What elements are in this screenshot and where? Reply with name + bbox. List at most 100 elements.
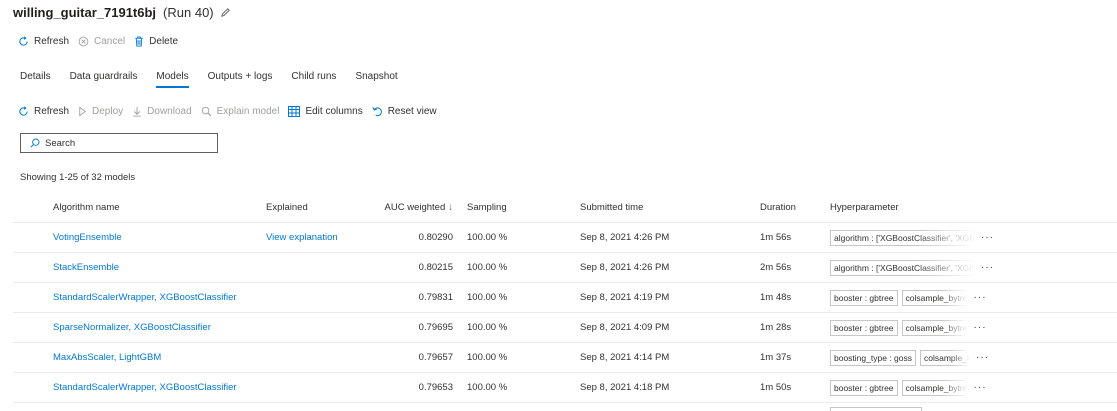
more-icon[interactable]: ···: [981, 253, 994, 282]
run-name: willing_guitar_7191t6bj: [13, 4, 157, 20]
auc-value: 0.79831: [418, 292, 453, 303]
run-title: willing_guitar_7191t6bj (Run 40): [13, 3, 231, 21]
hyperparameter-tag: booster : gbtree: [830, 289, 898, 306]
tab-snapshot[interactable]: Snapshot: [355, 68, 397, 88]
delete-label: Delete: [149, 36, 179, 47]
tab-outputs-logs[interactable]: Outputs + logs: [208, 68, 273, 88]
hyperparameter-tag: algorithm : ['XGBoostClassifier', 'XGB: [830, 259, 975, 276]
cancel-label: Cancel: [94, 36, 126, 47]
sampling-value: 100.00 %: [467, 382, 508, 393]
col-explained[interactable]: Explained: [266, 193, 308, 222]
run-number: (Run 40): [163, 4, 214, 20]
hyperparameter-cell: algorithm : ['XGBoostClassifier', 'XGB ·…: [830, 223, 994, 252]
hyperparameter-tag: colsample_bytree: [901, 319, 968, 336]
results-count: Showing 1-25 of 32 models: [20, 172, 136, 183]
download-icon: [133, 106, 141, 117]
refresh-label: Refresh: [34, 36, 70, 47]
submitted-value: Sep 8, 2021 4:09 PM: [580, 322, 670, 333]
tab-data-guardrails[interactable]: Data guardrails: [70, 68, 138, 88]
refresh-label: Refresh: [34, 106, 70, 117]
auc-value: 0.80215: [418, 262, 453, 273]
auc-value: 0.80290: [418, 232, 453, 243]
tab-models[interactable]: Models: [156, 68, 189, 88]
sampling-value: 100.00 %: [467, 262, 508, 273]
edit-columns-button[interactable]: Edit columns: [288, 106, 363, 117]
col-auc-weighted[interactable]: AUC weighted ↓: [353, 193, 453, 222]
more-icon[interactable]: ···: [974, 373, 987, 402]
duration-value: 1m 28s: [760, 322, 792, 333]
download-button[interactable]: Download: [132, 106, 192, 117]
algorithm-link[interactable]: StackEnsemble: [53, 253, 119, 282]
reset-view-button[interactable]: Reset view: [372, 106, 437, 117]
view-explanation-link[interactable]: View explanation: [266, 223, 338, 252]
hyperparameter-cell: booster : gbtree colsample_bytree ···: [830, 313, 987, 342]
hyperparameter-tag: colsample_bytree: [901, 289, 968, 306]
explain-model-button[interactable]: Explain model: [201, 106, 280, 117]
reset-view-label: Reset view: [387, 106, 437, 117]
table-row[interactable]: VotingEnsemble View explanation 0.80290 …: [13, 223, 1117, 253]
col-duration[interactable]: Duration: [760, 193, 796, 222]
next-row-tag-edge: [830, 407, 922, 411]
sampling-value: 100.00 %: [467, 292, 508, 303]
algorithm-link[interactable]: VotingEnsemble: [53, 223, 122, 252]
refresh-run-button[interactable]: Refresh: [18, 36, 69, 47]
refresh-models-button[interactable]: Refresh: [18, 106, 69, 117]
hyperparameter-tag: colsample_bytree: [919, 349, 970, 366]
table-row[interactable]: StandardScalerWrapper, XGBoostClassifier…: [13, 373, 1117, 403]
deploy-button[interactable]: Deploy: [78, 106, 123, 117]
hyperparameter-tag: booster : gbtree: [830, 379, 898, 396]
sampling-value: 100.00 %: [467, 322, 508, 333]
explain-search-icon: [201, 106, 212, 117]
tab-child-runs[interactable]: Child runs: [291, 68, 336, 88]
algorithm-link[interactable]: MaxAbsScaler, LightGBM: [53, 343, 161, 372]
search-icon: [30, 138, 40, 148]
edit-columns-label: Edit columns: [305, 106, 363, 117]
more-icon[interactable]: ···: [976, 343, 989, 372]
submitted-value: Sep 8, 2021 4:14 PM: [580, 352, 670, 363]
models-toolbar: Refresh Deploy Download Explain model Ed…: [18, 106, 446, 117]
table-row[interactable]: StackEnsemble 0.80215 100.00 % Sep 8, 20…: [13, 253, 1117, 283]
col-submitted-time[interactable]: Submitted time: [580, 193, 643, 222]
col-hyperparameter[interactable]: Hyperparameter: [830, 193, 899, 222]
explain-label: Explain model: [216, 106, 280, 117]
algorithm-link[interactable]: StandardScalerWrapper, XGBoostClassifier: [53, 283, 237, 312]
reset-icon: [372, 107, 382, 117]
sort-desc-icon: ↓: [448, 202, 453, 213]
hyperparameter-tag: colsample_bytree: [901, 379, 968, 396]
run-tabs: Details Data guardrails Models Outputs +…: [20, 68, 417, 90]
sampling-value: 100.00 %: [467, 352, 508, 363]
table-row[interactable]: StandardScalerWrapper, XGBoostClassifier…: [13, 283, 1117, 313]
tab-details[interactable]: Details: [20, 68, 51, 88]
col-sampling[interactable]: Sampling: [467, 193, 507, 222]
refresh-icon: [19, 106, 28, 116]
edit-pencil-icon[interactable]: [220, 7, 231, 18]
col-algorithm-name[interactable]: Algorithm name: [53, 193, 120, 222]
search-input[interactable]: [45, 137, 205, 149]
duration-value: 1m 56s: [760, 232, 792, 243]
table-header: Algorithm name Explained AUC weighted ↓ S…: [13, 193, 1117, 223]
more-icon[interactable]: ···: [974, 313, 987, 342]
delete-run-button[interactable]: Delete: [134, 36, 178, 47]
table-row[interactable]: MaxAbsScaler, LightGBM 0.79657 100.00 % …: [13, 343, 1117, 373]
hyperparameter-tag: booster : gbtree: [830, 319, 898, 336]
more-icon[interactable]: ···: [974, 283, 987, 312]
auc-value: 0.79657: [418, 352, 453, 363]
trash-icon: [135, 36, 143, 47]
algorithm-link[interactable]: SparseNormalizer, XGBoostClassifier: [53, 313, 211, 342]
columns-icon: [288, 106, 301, 117]
submitted-value: Sep 8, 2021 4:26 PM: [580, 262, 670, 273]
table-row[interactable]: SparseNormalizer, XGBoostClassifier 0.79…: [13, 313, 1117, 343]
auc-value: 0.79695: [418, 322, 453, 333]
run-command-bar: Refresh Cancel Delete: [18, 36, 187, 47]
duration-value: 1m 37s: [760, 352, 792, 363]
submitted-value: Sep 8, 2021 4:19 PM: [580, 292, 670, 303]
cancel-run-button[interactable]: Cancel: [78, 36, 125, 47]
hyperparameter-cell: algorithm : ['XGBoostClassifier', 'XGB ·…: [830, 253, 994, 282]
sampling-value: 100.00 %: [467, 232, 508, 243]
cancel-icon: [78, 36, 89, 47]
duration-value: 2m 56s: [760, 262, 792, 273]
submitted-value: Sep 8, 2021 4:26 PM: [580, 232, 670, 243]
submitted-value: Sep 8, 2021 4:18 PM: [580, 382, 670, 393]
algorithm-link[interactable]: StandardScalerWrapper, XGBoostClassifier: [53, 373, 237, 402]
more-icon[interactable]: ···: [981, 223, 994, 252]
